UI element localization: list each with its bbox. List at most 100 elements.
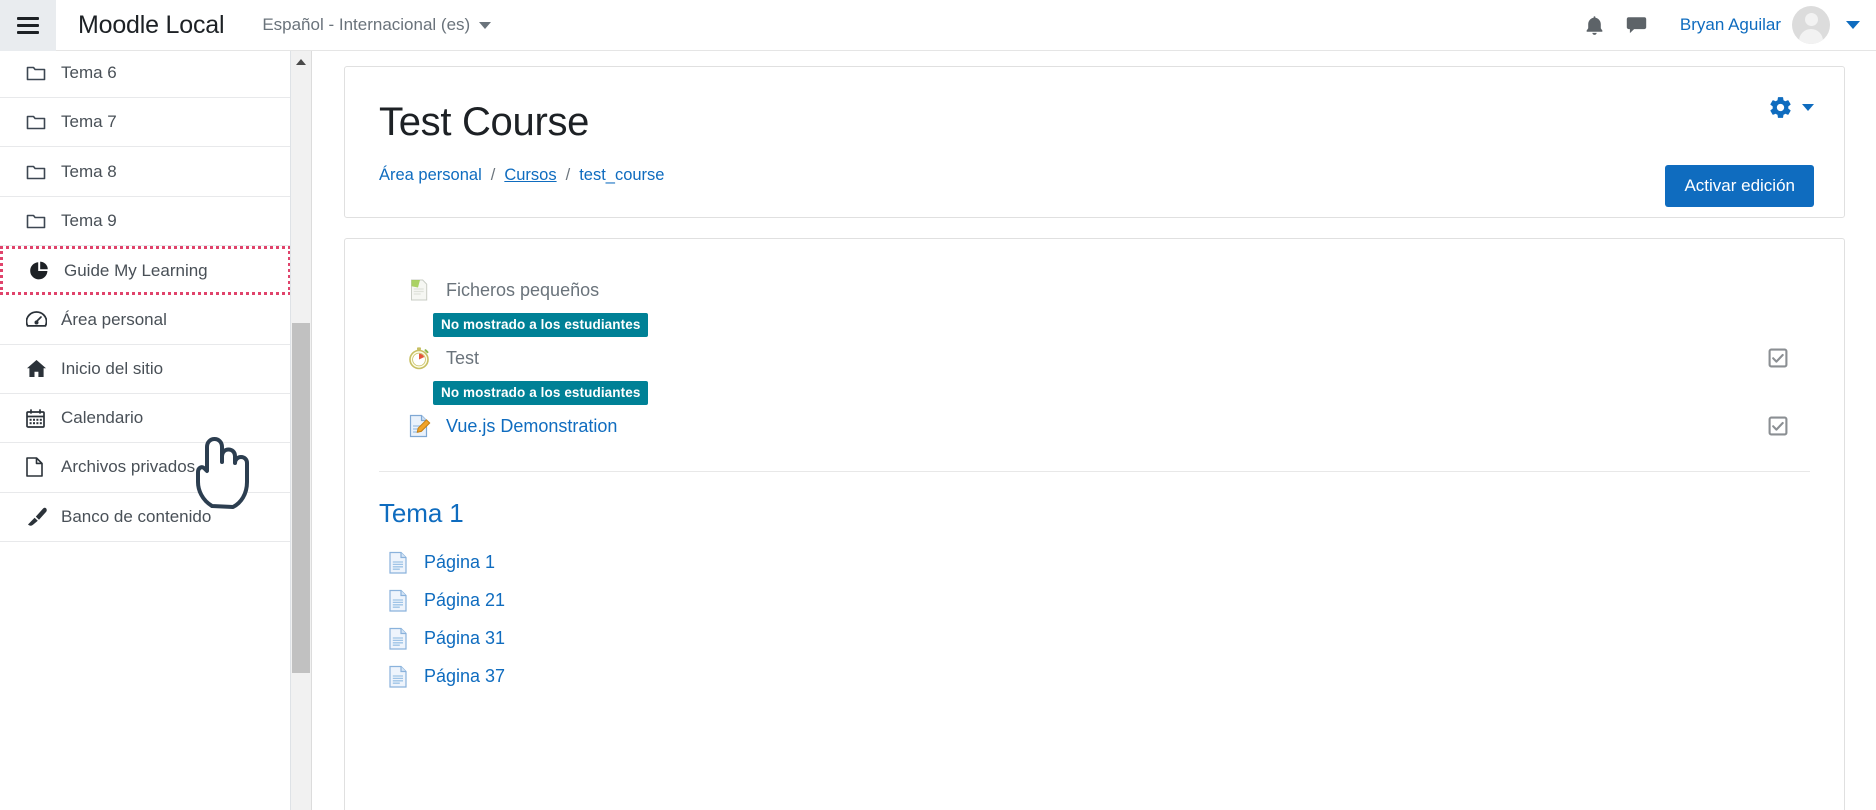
scrollbar-thumb[interactable] (292, 323, 310, 673)
folder-icon (26, 163, 50, 181)
breadcrumb-item[interactable]: Área personal (379, 166, 482, 185)
breadcrumb-separator: / (565, 166, 571, 184)
breadcrumb-item[interactable]: Cursos (504, 166, 556, 185)
sidebar-item-rea-personal[interactable]: Área personal (0, 295, 290, 345)
folder-icon (26, 113, 46, 131)
sidebar-item-label: Tema 6 (61, 63, 117, 83)
sidebar-item-label: Área personal (61, 309, 167, 329)
home-icon (26, 359, 50, 378)
brush-icon (26, 507, 50, 527)
page-activity-link[interactable]: Página 31 (424, 628, 505, 649)
folder-icon (26, 163, 46, 181)
page-icon (386, 550, 410, 575)
page-activity-link[interactable]: Página 21 (424, 590, 505, 611)
main-content-region: Test Course Área personal / Cursos / test_co… (313, 51, 1876, 810)
general-section: Ficheros pequeños No mostrado a los estud… (345, 273, 1844, 443)
sidebar-item-label: Tema 7 (61, 112, 117, 132)
page-icon (386, 626, 410, 651)
course-content-card: Ficheros pequeños No mostrado a los estud… (344, 238, 1845, 810)
page-activity-item: Página 31 (345, 619, 1844, 657)
completion-checkbox-icon (1768, 348, 1788, 368)
navbar-right-group: Bryan Aguilar (1574, 4, 1876, 46)
scroll-up-arrow-icon[interactable] (296, 59, 306, 65)
sidebar-scrollbar[interactable] (291, 51, 312, 810)
page-icon (386, 588, 410, 613)
page-activity-item: Página 37 (345, 657, 1844, 695)
breadcrumb: Área personal / Cursos / test_course (379, 166, 1810, 185)
sidebar-item-archivos-privados[interactable]: Archivos privados (0, 443, 290, 493)
bell-icon (1586, 15, 1603, 35)
activity-link[interactable]: Test (446, 348, 479, 369)
assignment-icon (406, 413, 432, 439)
page-icon (386, 664, 410, 689)
sidebar-item-label: Tema 8 (61, 161, 117, 181)
file-icon (26, 457, 43, 478)
chevron-down-icon (1846, 21, 1860, 29)
page-activity-link[interactable]: Página 1 (424, 552, 495, 573)
folder-resource-icon (406, 277, 432, 303)
sidebar-item-tema-7[interactable]: Tema 7 (0, 98, 290, 148)
home-icon (26, 359, 47, 378)
section-divider (379, 471, 1810, 472)
breadcrumb-item[interactable]: test_course (579, 166, 664, 185)
navigation-drawer: Tema 3Tema 4Tema 5Tema 6Tema 7Tema 8Tema… (0, 51, 291, 810)
gear-icon (1770, 97, 1791, 118)
folder-icon (26, 64, 50, 82)
activity-item: Ficheros pequeños (379, 273, 1810, 307)
notifications-button[interactable] (1574, 4, 1616, 46)
messages-button[interactable] (1616, 4, 1658, 46)
sidebar-item-inicio-del-sitio[interactable]: Inicio del sitio (0, 344, 290, 394)
sidebar-item-label: Tema 9 (61, 210, 117, 230)
activity-item: Test (379, 341, 1810, 375)
site-brand-title[interactable]: Moodle Local (78, 11, 225, 40)
language-menu[interactable]: Español - Internacional (es) (262, 15, 492, 35)
sidebar-item-tema-8[interactable]: Tema 8 (0, 147, 290, 197)
message-icon (1627, 16, 1647, 33)
page-activity-link[interactable]: Página 37 (424, 666, 505, 687)
calendar-icon (26, 408, 50, 428)
completion-checkbox[interactable] (1768, 348, 1788, 368)
sidebar-item-tema-9[interactable]: Tema 9 (0, 196, 290, 247)
page-icon (386, 588, 410, 613)
pie-chart-icon (29, 261, 53, 281)
activity-link[interactable]: Ficheros pequeños (446, 280, 599, 301)
quiz-icon (406, 345, 432, 371)
user-name-label: Bryan Aguilar (1679, 15, 1781, 34)
dashboard-icon (26, 310, 50, 329)
sidebar-item-label: Archivos privados (61, 457, 196, 477)
brush-icon (26, 507, 47, 527)
sidebar-item-tema-6[interactable]: Tema 6 (0, 51, 290, 99)
turn-editing-on-button[interactable]: Activar edición (1665, 165, 1814, 207)
sidebar-item-calendario[interactable]: Calendario (0, 393, 290, 444)
hamburger-menu-icon (17, 13, 39, 38)
course-header-card: Test Course Área personal / Cursos / test_co… (344, 66, 1845, 218)
dashboard-icon (26, 310, 47, 329)
hidden-from-students-badge: No mostrado a los estudiantes (433, 381, 649, 405)
page-activity-item: Página 21 (345, 581, 1844, 619)
page-icon (386, 626, 410, 651)
folder-icon (26, 212, 46, 230)
folder-icon (26, 113, 50, 131)
page-icon (386, 550, 410, 575)
navigation-drawer-list: Tema 3Tema 4Tema 5Tema 6Tema 7Tema 8Tema… (0, 51, 290, 542)
assignment-icon (406, 413, 432, 439)
section-title-tema1: Tema 1 (379, 498, 464, 528)
breadcrumb-separator: / (490, 166, 496, 184)
activity-link[interactable]: Vue.js Demonstration (446, 416, 617, 437)
chevron-down-icon (479, 21, 492, 29)
sidebar-item-banco-de-contenido[interactable]: Banco de contenido (0, 492, 290, 542)
course-settings-menu[interactable] (1768, 95, 1814, 120)
calendar-icon (26, 408, 45, 428)
page-icon (386, 664, 410, 689)
folder-icon (26, 64, 46, 82)
sidebar-item-label: Banco de contenido (61, 506, 212, 526)
user-menu[interactable]: Bryan Aguilar (1680, 6, 1860, 44)
completion-checkbox[interactable] (1768, 416, 1788, 436)
tema1-activity-list: Página 1 Página 21 Página 31 Página 37 (345, 543, 1844, 695)
sidebar-item-guide-my-learning[interactable]: Guide My Learning (0, 246, 290, 296)
hamburger-menu-button[interactable] (0, 0, 56, 51)
chevron-down-icon (1802, 104, 1814, 111)
pie-chart-icon (29, 261, 49, 281)
file-icon (26, 457, 50, 478)
quiz-icon (406, 345, 432, 371)
